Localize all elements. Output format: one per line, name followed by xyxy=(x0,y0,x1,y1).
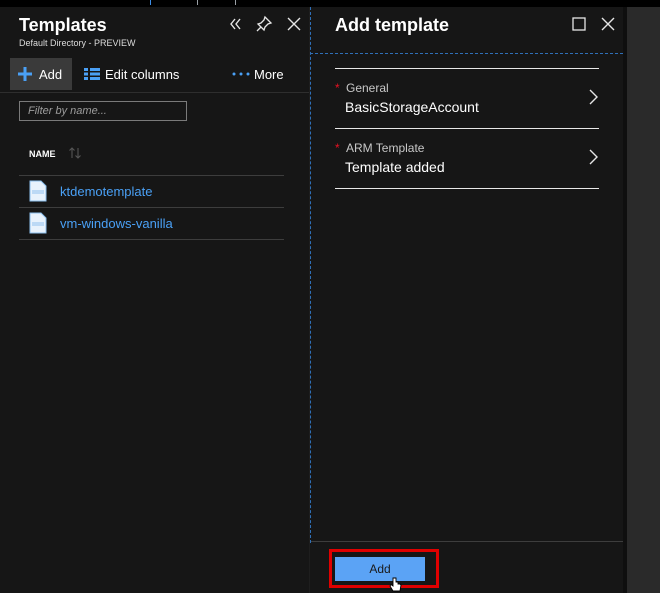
section-label: General xyxy=(346,81,389,95)
row-divider xyxy=(19,239,284,240)
edit-columns-label: Edit columns xyxy=(105,66,180,82)
general-section[interactable]: * General BasicStorageAccount xyxy=(335,69,599,129)
required-marker: * xyxy=(335,141,340,155)
blade-shadow xyxy=(623,7,627,593)
blade-border xyxy=(310,7,311,543)
close-icon[interactable] xyxy=(599,15,617,33)
section-value: BasicStorageAccount xyxy=(345,99,479,115)
columns-icon xyxy=(84,68,100,80)
filter-input[interactable] xyxy=(19,101,187,121)
add-button[interactable]: Add xyxy=(10,58,72,90)
close-icon[interactable] xyxy=(285,15,303,33)
ellipsis-icon xyxy=(232,72,250,76)
blade-subtitle: Default Directory - PREVIEW xyxy=(19,38,136,48)
pin-icon[interactable] xyxy=(255,15,273,33)
section-label: ARM Template xyxy=(346,141,425,155)
add-template-blade: Add template * General BasicStorageAccou… xyxy=(310,7,623,593)
breadcrumb-tick xyxy=(197,0,198,5)
template-link[interactable]: vm-windows-vanilla xyxy=(60,216,173,231)
more-label: More xyxy=(254,66,284,82)
section-divider xyxy=(335,188,599,189)
breadcrumb-tick xyxy=(235,0,236,5)
maximize-icon[interactable] xyxy=(570,15,588,33)
top-strip xyxy=(0,0,660,7)
column-header-name[interactable]: NAME xyxy=(29,149,56,159)
blade-title: Templates xyxy=(19,15,107,35)
required-marker: * xyxy=(335,81,340,95)
plus-icon xyxy=(18,67,32,81)
highlight-box xyxy=(329,549,439,588)
footer-divider xyxy=(310,541,623,542)
collapse-icon[interactable] xyxy=(226,15,244,33)
hand-cursor-icon xyxy=(389,577,402,592)
chevron-right-icon xyxy=(589,149,598,165)
background-area xyxy=(623,7,660,593)
sort-icon[interactable] xyxy=(68,146,82,160)
add-label: Add xyxy=(39,66,63,82)
command-bar: Add Edit columns More xyxy=(0,55,309,92)
edit-columns-button[interactable]: Edit columns xyxy=(84,58,179,90)
table-row[interactable]: vm-windows-vanilla xyxy=(19,208,284,239)
table-row[interactable]: ktdemotemplate xyxy=(19,176,284,207)
divider xyxy=(0,92,309,93)
json-file-icon xyxy=(29,212,47,234)
templates-blade: Templates Default Directory - PREVIEW Ad… xyxy=(0,7,309,593)
more-button[interactable]: More xyxy=(232,58,284,90)
section-value: Template added xyxy=(345,159,445,175)
blade-border xyxy=(310,53,623,54)
chevron-right-icon xyxy=(589,89,598,105)
json-file-icon xyxy=(29,180,47,202)
arm-template-section[interactable]: * ARM Template Template added xyxy=(335,129,599,189)
template-link[interactable]: ktdemotemplate xyxy=(60,184,153,199)
blade-title: Add template xyxy=(335,15,450,35)
breadcrumb-tick xyxy=(150,0,151,5)
